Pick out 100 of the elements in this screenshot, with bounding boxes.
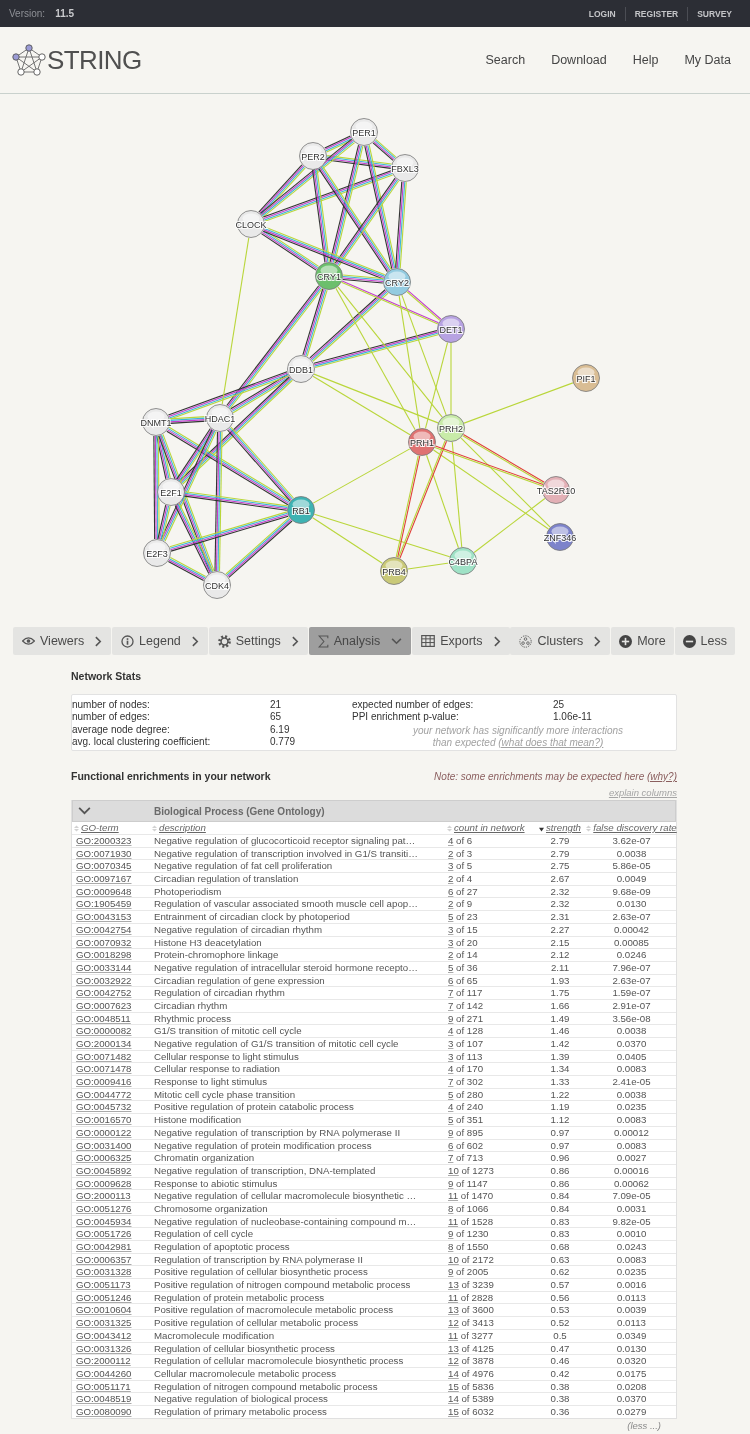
gene-count-link[interactable]: 2 [448,949,454,961]
protein-node[interactable] [572,364,600,392]
gene-count-link[interactable]: 4 [448,835,454,846]
gene-count-link[interactable]: 11 [448,1291,459,1303]
gene-count-link[interactable]: 2 [448,898,454,910]
go-term-link[interactable]: GO:0070345 [76,860,132,872]
logo-text[interactable]: STRING [47,45,142,75]
go-term-link[interactable]: GO:0033144 [76,961,132,973]
gene-count-link[interactable]: 13 [448,1342,459,1354]
gene-count-link[interactable]: 5 [448,1088,454,1100]
gene-count-link[interactable]: 11 [448,1329,459,1341]
go-term-link[interactable]: GO:0042981 [76,1241,132,1252]
gene-count-link[interactable]: 3 [448,936,454,948]
gene-count-link[interactable]: 5 [448,911,454,923]
go-term-link[interactable]: GO:0048519 [76,1393,132,1405]
protein-node[interactable] [142,408,170,436]
protein-node[interactable] [380,557,408,585]
gene-count-link[interactable]: 11 [448,1190,459,1202]
gene-count-link[interactable]: 5 [448,1114,454,1126]
column-header-link[interactable]: strength [546,822,581,834]
section-toggle[interactable]: Biological Process (Gene Ontology) [72,800,676,822]
gene-count-link[interactable]: 12 [448,1355,459,1367]
go-term-link[interactable]: GO:0009628 [76,1177,132,1189]
gene-count-link[interactable]: 9 [448,1177,454,1189]
toolbar-tab[interactable]: Analysis [308,627,412,655]
gene-count-link[interactable]: 14 [448,1393,459,1405]
gene-count-link[interactable]: 13 [448,1279,459,1291]
protein-node[interactable] [287,355,315,383]
gene-count-link[interactable]: 5 [448,961,454,973]
gene-count-link[interactable]: 10 [448,1253,459,1265]
go-term-link[interactable]: GO:0031326 [76,1342,132,1354]
gene-count-link[interactable]: 4 [448,1063,454,1075]
gene-count-link[interactable]: 15 [448,1380,459,1392]
nav-link[interactable]: Search [485,52,526,68]
go-term-link[interactable]: GO:0016570 [76,1114,132,1126]
go-term-link[interactable]: GO:0045892 [76,1164,132,1176]
nav-link[interactable]: Help [632,52,659,68]
gene-count-link[interactable]: 2 [448,873,454,885]
gene-count-link[interactable]: 9 [448,1228,454,1240]
column-header-link[interactable]: count in network [454,822,525,834]
go-term-link[interactable]: GO:0051171 [76,1380,131,1392]
column-header-link[interactable]: description [159,822,206,834]
go-term-link[interactable]: GO:0031325 [76,1317,132,1329]
column-header-link[interactable]: GO-term [81,822,119,834]
go-term-link[interactable]: GO:0006357 [76,1253,132,1265]
gene-count-link[interactable]: 3 [448,1050,454,1062]
gene-count-link[interactable]: 12 [448,1317,459,1329]
go-term-link[interactable]: GO:0051276 [76,1202,132,1214]
protein-node[interactable] [299,142,327,170]
go-term-link[interactable]: GO:2000113 [76,1190,131,1202]
go-term-link[interactable]: GO:0070932 [76,936,132,948]
toolbar-tab[interactable]: Exports [412,627,510,655]
go-term-link[interactable]: GO:0043412 [76,1329,132,1341]
go-term-link[interactable]: GO:0051173 [76,1279,131,1291]
protein-node[interactable] [437,315,465,343]
nav-link[interactable]: My Data [684,52,731,68]
gene-count-link[interactable]: 10 [448,1164,459,1176]
nav-link[interactable]: Download [551,52,607,68]
go-term-link[interactable]: GO:0010604 [76,1304,132,1316]
protein-node[interactable] [143,539,171,567]
gene-count-link[interactable]: 4 [448,1101,454,1113]
toolbar-tab[interactable]: Settings [208,627,308,655]
go-term-link[interactable]: GO:0031328 [76,1266,132,1278]
toolbar-tab[interactable]: Legend [112,627,208,655]
gene-count-link[interactable]: 3 [448,923,454,935]
go-term-link[interactable]: GO:0043153 [76,911,132,923]
gene-count-link[interactable]: 6 [448,974,454,986]
go-term-link[interactable]: GO:2000112 [76,1355,131,1367]
go-term-link[interactable]: GO:2000134 [76,1038,132,1049]
why-link[interactable]: (why?) [647,771,677,782]
toolbar-tab[interactable]: Viewers [13,627,112,655]
go-term-link[interactable]: GO:0007623 [76,999,132,1011]
go-term-link[interactable]: GO:0000082 [76,1025,132,1037]
protein-node[interactable] [315,262,343,290]
go-term-link[interactable]: GO:0051726 [76,1228,132,1240]
gene-count-link[interactable]: 13 [448,1304,459,1316]
account-link[interactable]: REGISTER [634,7,679,20]
gene-count-link[interactable]: 6 [448,885,454,897]
gene-count-link[interactable]: 8 [448,1241,454,1252]
go-term-link[interactable]: GO:0044260 [76,1367,132,1379]
gene-count-link[interactable]: 7 [448,1076,454,1088]
go-term-link[interactable]: GO:0031400 [76,1139,132,1151]
go-term-link[interactable]: GO:0042752 [76,987,132,999]
protein-node[interactable] [383,268,411,296]
column-header-link[interactable]: false discovery rate [593,822,677,834]
gene-count-link[interactable]: 2 [448,847,454,859]
go-term-link[interactable]: GO:0042754 [76,923,132,935]
go-term-link[interactable]: GO:0009648 [76,885,132,897]
go-term-link[interactable]: GO:0071478 [76,1063,132,1075]
protein-node[interactable] [391,154,419,182]
go-term-link[interactable]: GO:1905459 [76,898,132,910]
protein-node[interactable] [157,478,185,506]
gene-count-link[interactable]: 4 [448,1025,454,1037]
protein-node[interactable] [437,414,465,442]
protein-node[interactable] [408,428,436,456]
go-term-link[interactable]: GO:0045732 [76,1101,132,1113]
protein-node[interactable] [237,210,265,238]
gene-count-link[interactable]: 3 [448,860,454,872]
protein-node[interactable] [350,118,378,146]
go-term-link[interactable]: GO:0032922 [76,974,132,986]
